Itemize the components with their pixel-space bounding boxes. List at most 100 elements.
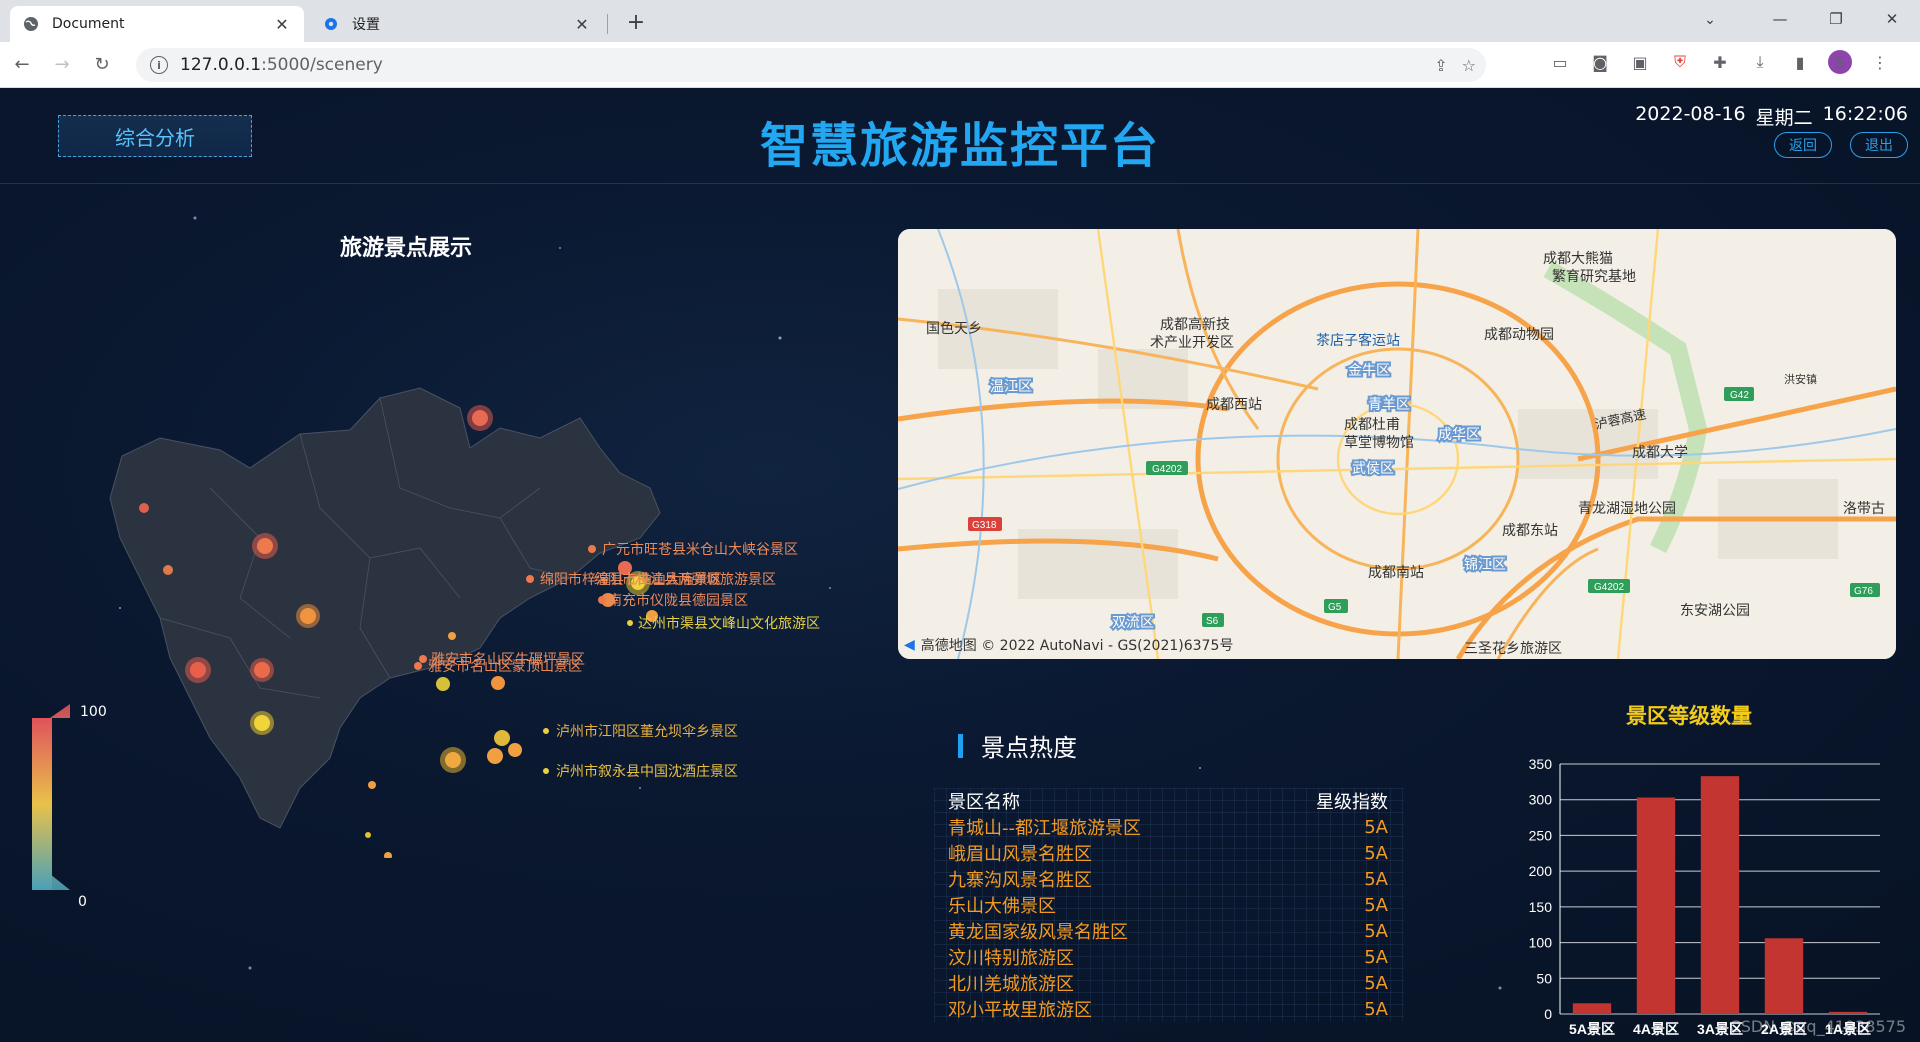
city-map[interactable]: 成都大熊猫 繁育研究基地 国色天乡 成都高新技 术产业开发区 茶店子客运站 成都动物… [898,229,1896,659]
row-name: 九寨沟风景名胜区 [948,870,1092,891]
back-arrow-icon[interactable]: ← [4,47,40,83]
time-text: 16:22:06 [1822,103,1908,125]
bar-4A景区[interactable] [1636,797,1676,1014]
menu-icon[interactable]: ⋮ [1868,50,1892,74]
restore-icon[interactable]: ❐ [1808,0,1864,38]
shield-icon[interactable]: ⛨ [1668,50,1692,74]
row-name: 青城山--都江堰旅游景区 [948,818,1141,839]
amap-logo-icon: ◀ [904,637,915,653]
table-row[interactable]: 北川羌城旅游区 5A [934,970,1404,996]
table-row[interactable]: 邓小平故里旅游区 5A [934,996,1404,1022]
map-attribution: ◀ 高德地图 © 2022 AutoNavi - GS(2021)6375号 [904,635,1233,655]
bar-2A景区[interactable] [1764,938,1804,1014]
svg-text:成华区: 成华区 [1438,426,1480,442]
new-tab-icon[interactable]: + [622,8,650,36]
row-rank: 5A [1364,998,1388,1020]
download-icon[interactable]: ⤓ [1748,50,1772,74]
info-icon[interactable]: i [150,56,168,74]
close-icon[interactable]: ✕ [572,14,592,34]
svg-text:三圣花乡旅游区: 三圣花乡旅游区 [1464,640,1562,656]
tab-document[interactable]: Document ✕ [10,6,304,42]
bar-3A景区[interactable] [1700,776,1740,1014]
row-name: 黄龙国家级风景名胜区 [948,922,1128,943]
minimize-icon[interactable]: — [1752,0,1808,38]
translate-icon[interactable]: ▭ [1548,50,1572,74]
address-bar[interactable]: i 127.0.0.1:5000/scenery ⇪ ☆ [136,48,1486,82]
svg-text:武侯区: 武侯区 [1352,460,1394,476]
y-tick-label: 200 [1529,863,1553,879]
table-row[interactable]: 九寨沟风景名胜区 5A [934,866,1404,892]
x-tick-label: 4A景区 [1633,1021,1679,1037]
map-label: 达州市渠县文峰山文化旅游区 [638,615,820,631]
svg-text:繁育研究基地: 繁育研究基地 [1552,268,1636,284]
heat-table: 景区名称 星级指数 青城山--都江堰旅游景区 5A 峨眉山风景名胜区 5A 九寨沟风… [934,788,1404,1022]
heat-legend[interactable] [28,704,88,904]
attribution-text: 高德地图 © 2022 AutoNavi - GS(2021)6375号 [920,638,1234,654]
svg-text:成都西站: 成都西站 [1206,396,1262,412]
bar-5A景区[interactable] [1572,1003,1612,1014]
forward-arrow-icon[interactable]: → [44,47,80,83]
table-row[interactable]: 乐山大佛景区 5A [934,892,1404,918]
reload-icon[interactable]: ↻ [84,47,120,83]
close-icon[interactable]: ✕ [272,14,292,34]
title-accent-bar [958,733,963,758]
map-label: 绵阳市梓潼县两弹城旅游景区 [594,571,776,587]
bar-1A景区[interactable] [1828,1011,1868,1014]
window-controls: — ❐ ✕ [1752,0,1920,38]
avatar[interactable]: S [1828,50,1852,74]
row-rank: 5A [1364,868,1388,890]
y-tick-label: 350 [1529,756,1553,772]
share-icon[interactable]: ⇪ [1434,56,1447,75]
image-icon[interactable]: ▣ [1628,50,1652,74]
svg-text:成都动物园: 成都动物园 [1484,326,1554,342]
map-label: 南充市仪陇县德园景区 [608,592,748,608]
tab-separator [607,14,608,34]
svg-text:茶店子客运站: 茶店子客运站 [1316,332,1400,348]
map-roads: 成都大熊猫繁育研究基地 国色天乡 成都高新技术产业开发区 茶店子客运站 成都动物… [898,229,1896,659]
table-row[interactable]: 青城山--都江堰旅游景区 5A [934,814,1404,840]
svg-text:双流区: 双流区 [1112,614,1154,630]
y-tick-label: 50 [1536,970,1552,986]
svg-text:东安湖公园: 东安湖公园 [1680,602,1750,618]
row-name: 北川羌城旅游区 [948,974,1074,995]
tab-title: 设置 [352,17,380,33]
svg-text:温江区: 温江区 [990,378,1032,394]
window-close-icon[interactable]: ✕ [1864,0,1920,38]
camera-icon[interactable]: ◙ [1588,50,1612,74]
weekday-text: 星期二 [1755,107,1813,129]
svg-text:S6: S6 [1206,616,1219,627]
logout-button[interactable]: 退出 [1850,132,1908,158]
browser-toolbar: ← → ↻ i 127.0.0.1:5000/scenery ⇪ ☆ ▭ ◙ ▣… [0,42,1920,88]
row-rank: 5A [1364,946,1388,968]
svg-text:G318: G318 [972,520,997,531]
sidepanel-icon[interactable]: ▮ [1788,50,1812,74]
heat-title-text: 景点热度 [981,734,1077,762]
watermark: CSDN @qq_41938575 [1729,1017,1906,1036]
province-map[interactable]: 广元市旺苍县米仓山大峡谷景区 绵阳市梓潼县七曲山大庙景区 绵阳市梓潼县两弹城旅游… [60,338,880,858]
row-name: 峨眉山风景名胜区 [948,844,1092,865]
table-row[interactable]: 汶川特别旅游区 5A [934,944,1404,970]
row-rank: 5A [1364,972,1388,994]
tab-settings[interactable]: 设置 ✕ [310,6,604,42]
map-label: 泸州市叙永县中国沈酒庄景区 [556,763,738,779]
extensions-area: ▭ ◙ ▣ ⛨ ✚ ⤓ ▮ S ⋮ [1548,50,1892,74]
table-row[interactable]: 峨眉山风景名胜区 5A [934,840,1404,866]
svg-text:成都杜甫: 成都杜甫 [1344,416,1400,432]
scenic-map-title: 旅游景点展示 [340,236,473,261]
chevron-down-icon[interactable]: ⌄ [1696,6,1724,34]
url-path: :5000/scenery [261,55,383,75]
table-row[interactable]: 黄龙国家级风景名胜区 5A [934,918,1404,944]
back-button[interactable]: 返回 [1774,132,1832,158]
y-tick-label: 300 [1529,792,1553,808]
puzzle-icon[interactable]: ✚ [1708,50,1732,74]
heat-table-header: 景区名称 星级指数 [934,788,1404,814]
date-text: 2022-08-16 [1635,103,1746,125]
map-label: 雅安市名山区蒙顶山景区 [428,658,582,674]
svg-text:金牛区: 金牛区 [1348,362,1390,378]
svg-text:G42: G42 [1730,390,1749,401]
star-icon[interactable]: ☆ [1462,56,1476,75]
row-name: 邓小平故里旅游区 [948,1000,1092,1021]
browser-tab-bar: Document ✕ 设置 ✕ + ⌄ — ❐ ✕ [0,0,1920,42]
map-label: 泸州市江阳区董允坝伞乡景区 [556,723,738,739]
header-buttons: 返回 退出 [1774,132,1908,158]
